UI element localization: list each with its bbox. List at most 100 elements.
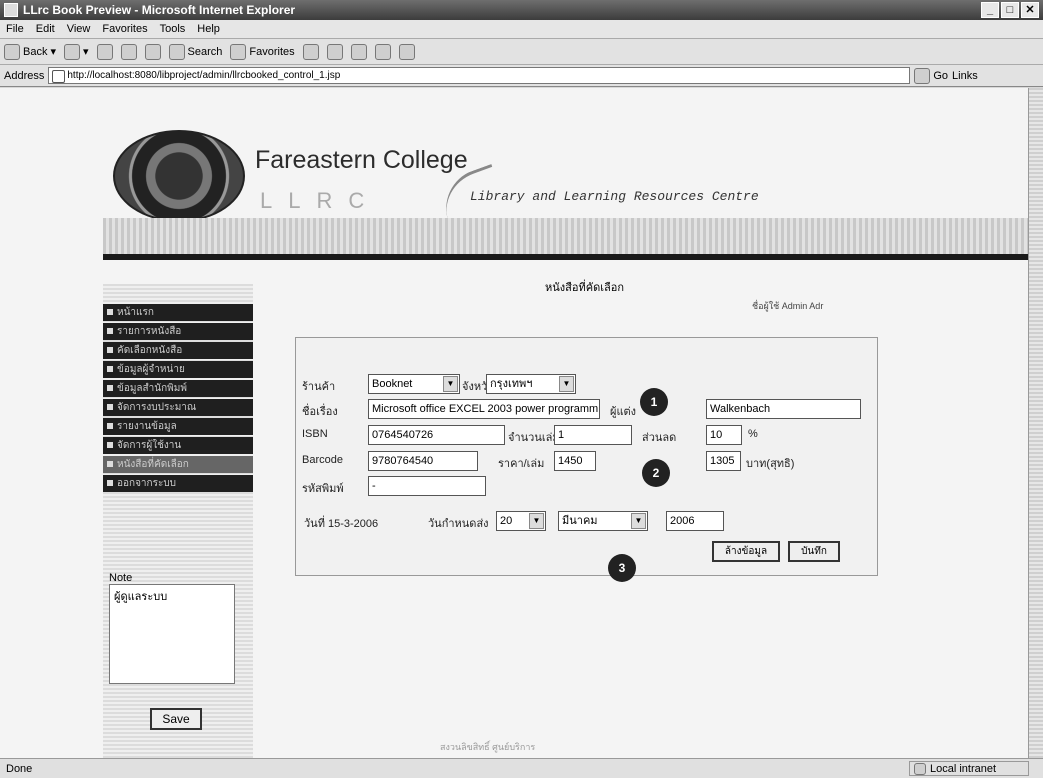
menu-help[interactable]: Help (197, 23, 220, 35)
college-logo (113, 130, 245, 222)
logged-in-user: ชื่อผู้ใช้ Admin Adr (752, 301, 824, 311)
page-content: Fareastern College LLRC Library and Lear… (0, 88, 1028, 758)
page-footer: สงวนลิขสิทธิ์ ศูนย์บริการ (440, 742, 536, 752)
sidebar: หน้าแรก รายการหนังสือ คัดเลือกหนังสือ ข้… (103, 284, 253, 758)
intranet-icon (914, 762, 926, 775)
callout-marker-2: 2 (642, 459, 670, 487)
note-textarea[interactable]: ผู้ดูแลระบบ (109, 584, 235, 684)
chevron-down-icon: ▼ (559, 376, 574, 392)
links-label[interactable]: Links (952, 70, 978, 82)
title-label: ชื่อเรื่อง (302, 406, 338, 418)
quantity-input[interactable]: 1 (554, 425, 632, 445)
back-button[interactable]: Back ▾ (4, 43, 56, 60)
percent-label: % (748, 428, 758, 440)
mail-icon[interactable] (326, 43, 343, 60)
net-price-input[interactable]: 1305 (706, 451, 741, 471)
sidebar-item-books[interactable]: รายการหนังสือ (103, 323, 253, 340)
menu-tools[interactable]: Tools (160, 23, 186, 35)
forward-button[interactable]: ▾ (64, 43, 89, 60)
status-bar: Done Local intranet (0, 758, 1043, 778)
province-select[interactable]: กรุงเทพฯ ▼ (486, 374, 576, 394)
minimize-button[interactable]: _ (981, 2, 999, 18)
discount-input[interactable]: 10 (706, 425, 742, 445)
browser-toolbar: Back ▾ ▾ Search Favorites (0, 39, 1043, 65)
discuss-icon[interactable] (398, 43, 415, 60)
star-icon (230, 43, 247, 60)
back-icon (4, 43, 20, 60)
security-zone: Local intranet (909, 761, 1029, 776)
sidebar-item-suppliers[interactable]: ข้อมูลผู้จำหน่าย (103, 361, 253, 378)
isbn-label: ISBN (302, 428, 328, 440)
menu-edit[interactable]: Edit (36, 23, 55, 35)
menu-file[interactable]: File (6, 23, 24, 35)
author-input[interactable]: Walkenbach (706, 399, 861, 419)
window-titlebar: LLrc Book Preview - Microsoft Internet E… (0, 0, 1043, 20)
go-button[interactable]: Go (914, 67, 948, 84)
sidebar-item-select-books[interactable]: คัดเลือกหนังสือ (103, 342, 253, 359)
clear-button[interactable]: ล้างข้อมูล (712, 541, 780, 562)
due-month-select[interactable]: มีนาคม ▼ (558, 511, 648, 531)
due-day-select[interactable]: 20 ▼ (496, 511, 546, 531)
book-title-input[interactable]: Microsoft office EXCEL 2003 power progra… (368, 399, 600, 419)
search-icon (168, 43, 185, 60)
media-icon[interactable] (302, 43, 319, 60)
barcode-label: Barcode (302, 454, 343, 466)
page-title: หนังสือที่คัดเลือก (545, 282, 624, 294)
sidebar-item-budget[interactable]: จัดการงบประมาณ (103, 399, 253, 416)
address-bar: Address http://localhost:8080/libproject… (0, 65, 1043, 87)
header-tagline: Library and Learning Resources Centre (470, 189, 759, 204)
window-title: LLrc Book Preview - Microsoft Internet E… (23, 3, 296, 17)
menu-bar: File Edit View Favorites Tools Help (0, 20, 1043, 39)
college-name: Fareastern College (255, 146, 468, 174)
date-label: วันที่ 15-3-2006 (304, 518, 379, 530)
header-divider (103, 254, 1028, 260)
stop-icon[interactable] (96, 43, 113, 60)
sidebar-item-users[interactable]: จัดการผู้ใช้งาน (103, 437, 253, 454)
edit-icon[interactable] (374, 43, 391, 60)
sidebar-item-publishers[interactable]: ข้อมูลสำนักพิมพ์ (103, 380, 253, 397)
barcode-input[interactable]: 9780764540 (368, 451, 478, 471)
vertical-scrollbar[interactable] (1028, 88, 1043, 758)
ie-icon (4, 3, 18, 17)
code-input[interactable]: - (368, 476, 486, 496)
sidebar-item-reports[interactable]: รายงานข้อมูล (103, 418, 253, 435)
forward-icon (64, 43, 80, 60)
baht-net-label: บาท(สุทธิ) (746, 458, 795, 470)
status-text: Done (6, 762, 33, 775)
print-icon[interactable] (350, 43, 367, 60)
home-icon[interactable] (144, 43, 161, 60)
supplier-label: ร้านค้า (302, 381, 336, 393)
callout-marker-1: 1 (640, 388, 668, 416)
close-button[interactable]: ✕ (1021, 2, 1039, 18)
price-label: ราคา/เล่ม (498, 458, 545, 470)
llrc-wordmark: LLRC (260, 188, 381, 213)
callout-marker-3: 3 (608, 554, 636, 582)
sidebar-item-selected-books[interactable]: หนังสือที่คัดเลือก (103, 456, 253, 473)
price-input[interactable]: 1450 (554, 451, 596, 471)
submit-button[interactable]: บันทึก (788, 541, 840, 562)
maximize-button[interactable]: □ (1001, 2, 1019, 18)
due-year-input[interactable]: 2006 (666, 511, 724, 531)
refresh-icon[interactable] (120, 43, 137, 60)
header-band (103, 218, 1028, 256)
quantity-label: จำนวนเล่ม (508, 432, 560, 444)
address-input[interactable]: http://localhost:8080/libproject/admin/l… (48, 67, 911, 84)
note-save-button[interactable]: Save (150, 708, 202, 730)
search-button[interactable]: Search (168, 43, 222, 60)
favorites-button[interactable]: Favorites (230, 43, 295, 60)
sidebar-item-logout[interactable]: ออกจากระบบ (103, 475, 253, 492)
book-order-form: ร้านค้า Booknet ▼ จังหวัด กรุงเทพฯ ▼ ชื่อเ… (295, 337, 878, 576)
supplier-select[interactable]: Booknet ▼ (368, 374, 460, 394)
code-label: รหัสพิมพ์ (302, 483, 344, 495)
due-date-label: วันกำหนดส่ง (428, 518, 489, 530)
menu-favorites[interactable]: Favorites (102, 23, 147, 35)
note-label: Note (109, 572, 133, 584)
menu-view[interactable]: View (67, 23, 91, 35)
sidebar-item-home[interactable]: หน้าแรก (103, 304, 253, 321)
chevron-down-icon: ▼ (443, 376, 458, 392)
author-label: ผู้แต่ง (610, 406, 637, 418)
address-label: Address (4, 69, 45, 82)
isbn-input[interactable]: 0764540726 (368, 425, 505, 445)
sidebar-menu: หน้าแรก รายการหนังสือ คัดเลือกหนังสือ ข้… (103, 304, 253, 494)
discount-label: ส่วนลด (642, 432, 677, 444)
